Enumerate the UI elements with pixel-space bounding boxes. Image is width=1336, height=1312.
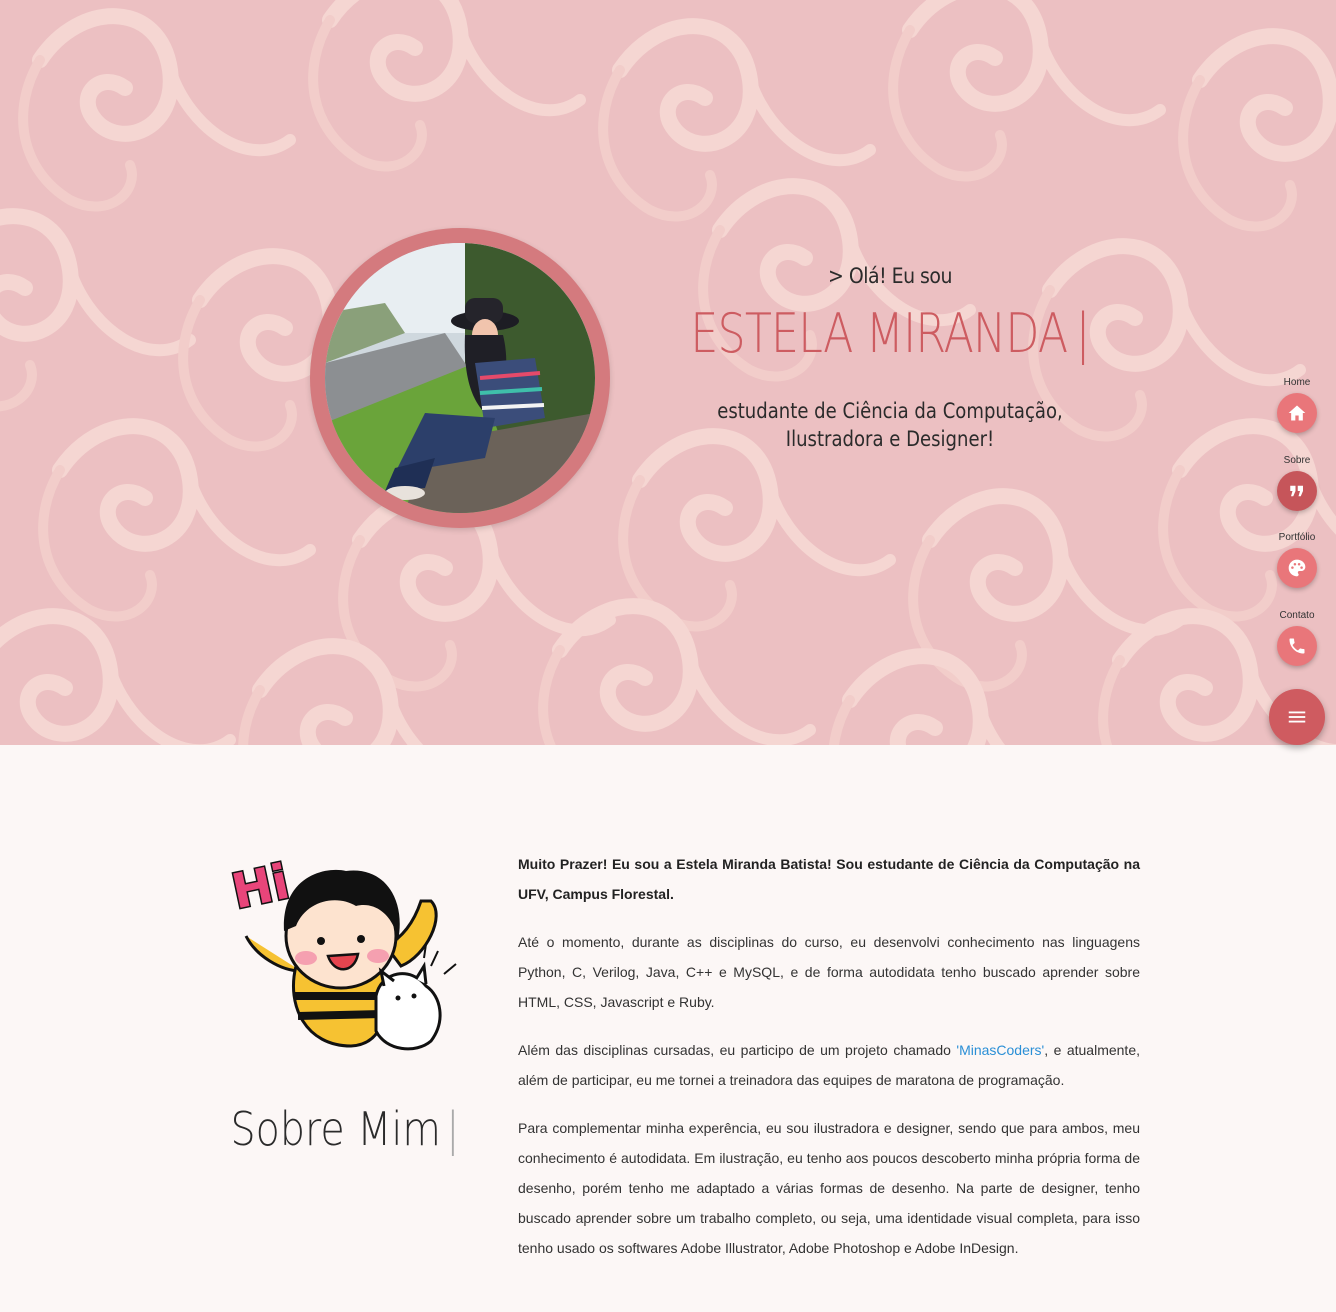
- profile-photo: [325, 243, 595, 513]
- typing-cursor: |: [1075, 302, 1091, 365]
- home-icon: [1288, 405, 1306, 421]
- palette-icon: [1288, 559, 1306, 577]
- hero-greeting: > Olá! Eu sou: [828, 264, 952, 288]
- about-text: Muito Prazer! Eu sou a Estela Miranda Ba…: [518, 849, 1140, 1281]
- hero-name-text: ESTELA MIRANDA: [690, 302, 1068, 365]
- about-typing-cursor: |: [446, 1102, 460, 1156]
- nav-label-portfolio: Portfólio: [1278, 532, 1316, 543]
- profile-photo-frame: [310, 228, 610, 528]
- damask-background: [0, 0, 1336, 745]
- nav-label-sobre: Sobre: [1283, 455, 1311, 466]
- nav-label-home: Home: [1283, 377, 1311, 388]
- about-title-text: Sobre Mim: [230, 1102, 441, 1156]
- hero-subtitle: estudante de Ciência da Computação, Ilus…: [709, 397, 1070, 453]
- nav-contato-button[interactable]: [1277, 626, 1317, 666]
- quote-icon: [1290, 485, 1303, 497]
- about-paragraph-languages: Até o momento, durante as disciplinas do…: [518, 934, 1140, 1010]
- phone-icon: [1289, 638, 1305, 654]
- about-paragraph-projects: Além das disciplinas cursadas, eu partic…: [518, 1035, 1140, 1095]
- mascot-illustration: Hi: [226, 852, 457, 1051]
- menu-icon: [1288, 711, 1306, 723]
- about-paragraph-intro: Muito Prazer! Eu sou a Estela Miranda Ba…: [518, 856, 1140, 902]
- hero-subtitle-line1: estudante de Ciência da Computação,: [717, 399, 1063, 423]
- nav-home-button[interactable]: [1277, 393, 1317, 433]
- about-p3-before: Além das disciplinas cursadas, eu partic…: [518, 1042, 957, 1058]
- about-title: Sobre Mim |: [229, 1102, 461, 1156]
- nav-sobre-button[interactable]: [1277, 471, 1317, 511]
- menu-toggle-button[interactable]: [1269, 689, 1325, 745]
- minascoders-link[interactable]: 'MinasCoders': [956, 1042, 1044, 1058]
- hero-section: > Olá! Eu sou ESTELA MIRANDA | estudante …: [0, 0, 1336, 745]
- hero-subtitle-line2: Ilustradora e Designer!: [785, 427, 995, 451]
- mascot-hi-text: Hi: [227, 854, 294, 921]
- nav-portfolio-button[interactable]: [1277, 548, 1317, 588]
- about-paragraph-design: Para complementar minha experência, eu s…: [518, 1120, 1140, 1256]
- nav-label-contato: Contato: [1279, 610, 1315, 621]
- hero-name: ESTELA MIRANDA |: [685, 302, 1095, 365]
